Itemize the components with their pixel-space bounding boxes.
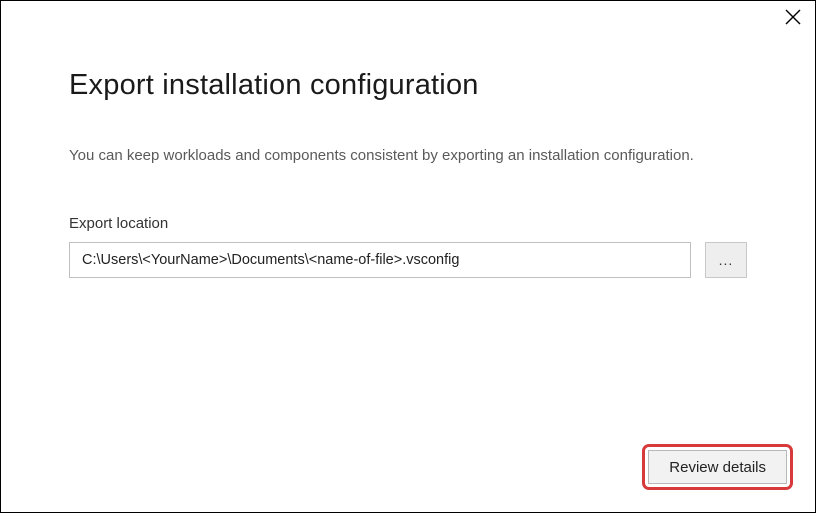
dialog-description: You can keep workloads and components co… — [69, 144, 709, 167]
browse-button[interactable]: ... — [705, 242, 747, 278]
dialog-content: Export installation configuration You ca… — [1, 1, 815, 278]
close-button[interactable] — [783, 9, 803, 29]
export-path-input[interactable] — [69, 242, 691, 278]
dialog-footer: Review details — [642, 444, 793, 490]
dialog-title: Export installation configuration — [69, 69, 747, 102]
export-location-row: ... — [69, 242, 747, 278]
review-details-button[interactable]: Review details — [648, 450, 787, 484]
highlight-annotation: Review details — [642, 444, 793, 490]
ellipsis-icon: ... — [719, 252, 734, 268]
export-location-label: Export location — [69, 215, 747, 232]
close-icon — [785, 9, 801, 30]
